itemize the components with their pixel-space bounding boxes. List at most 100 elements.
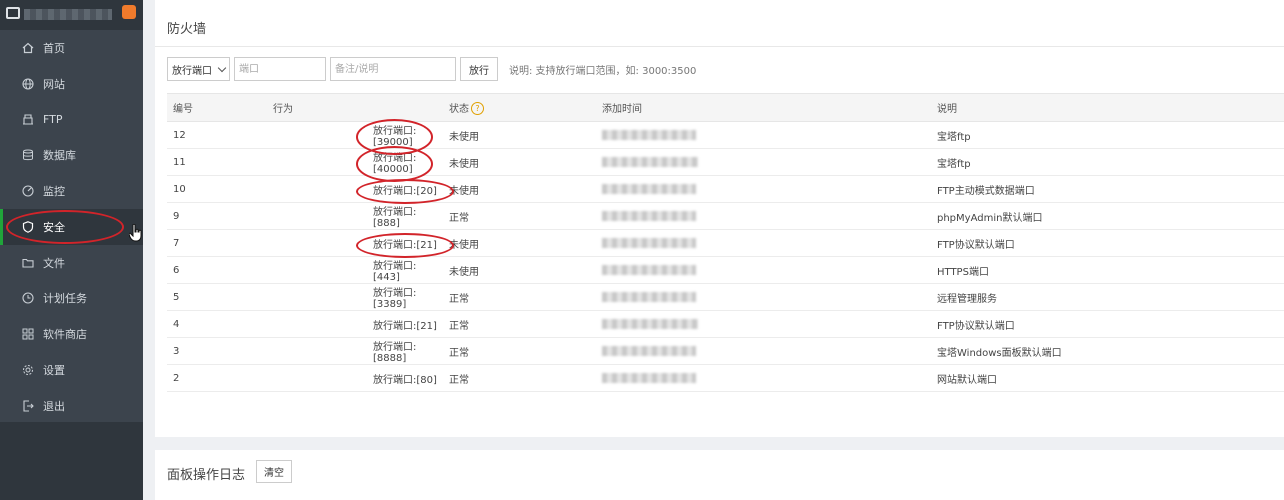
- sidebar-item[interactable]: 计划任务: [0, 281, 143, 317]
- port-input[interactable]: [234, 57, 326, 81]
- cell-id: 3: [167, 337, 267, 365]
- cell-status: 正常: [443, 310, 596, 338]
- cell-action: 放行端口:[3389]: [267, 283, 443, 311]
- cell-action: 放行端口:[8888]: [267, 337, 443, 365]
- cell-time: [596, 310, 931, 338]
- col-id: 编号: [167, 93, 267, 122]
- cell-action: 放行端口:[40000]: [267, 148, 443, 176]
- cell-desc: phpMyAdmin默认端口: [931, 202, 1284, 230]
- cell-status: 正常: [443, 337, 596, 365]
- table-row: 2 放行端口:[80] 正常 网站默认端口: [167, 364, 1284, 392]
- col-desc: 说明: [931, 93, 1284, 122]
- cell-action: 放行端口:[21]: [267, 229, 443, 257]
- sidebar-item-label: 退出: [43, 399, 65, 413]
- sidebar-item-label: FTP: [43, 112, 63, 126]
- cell-id: 11: [167, 148, 267, 176]
- cell-id: 5: [167, 283, 267, 311]
- sidebar-item[interactable]: 退出: [0, 388, 143, 424]
- table-row: 10 放行端口:[20] 未使用 FTP主动模式数据端口: [167, 175, 1284, 203]
- sidebar-item[interactable]: 软件商店: [0, 316, 143, 352]
- redacted-timestamp: [602, 291, 696, 302]
- sidebar-item[interactable]: 设置: [0, 352, 143, 388]
- firewall-panel: 防火墙 放行端口 放行 说明: 支持放行端口范围，如: 3000:3500 编号…: [155, 0, 1284, 437]
- cell-status: 未使用: [443, 148, 596, 176]
- sidebar-item-label: 计划任务: [43, 292, 87, 306]
- cell-desc: 远程管理服务: [931, 283, 1284, 311]
- sidebar-item-label: 网站: [43, 77, 65, 91]
- sidebar-item[interactable]: 首页: [0, 30, 143, 66]
- sidebar-footer: [0, 422, 143, 500]
- chevron-down-icon: [217, 63, 227, 73]
- sidebar-item-label: 设置: [43, 364, 65, 378]
- help-icon[interactable]: ?: [471, 102, 484, 116]
- redacted-timestamp: [602, 129, 696, 140]
- col-action: 行为: [267, 93, 443, 122]
- cell-time: [596, 337, 931, 365]
- sidebar-item[interactable]: 文件: [0, 245, 143, 281]
- cell-status: 正常: [443, 364, 596, 392]
- globe-icon: [22, 78, 34, 90]
- redacted-timestamp: [602, 156, 698, 167]
- gear-icon: [22, 364, 34, 376]
- cell-desc: 宝塔Windows面板默认端口: [931, 337, 1284, 365]
- cell-desc: FTP协议默认端口: [931, 310, 1284, 338]
- ftp-icon: [22, 113, 34, 126]
- cell-action: 放行端口:[39000]: [267, 121, 443, 149]
- note-input[interactable]: [330, 57, 456, 81]
- log-title: 面板操作日志: [167, 468, 246, 483]
- sidebar: 首页网站 FTP 数据库 监控安全文件计划任务软件商店设置退出: [0, 0, 143, 500]
- server-name-redacted: [24, 9, 112, 20]
- sidebar-item[interactable]: 数据库: [0, 137, 143, 173]
- redacted-timestamp: [602, 318, 698, 329]
- cell-desc: FTP协议默认端口: [931, 229, 1284, 257]
- col-status-label: 状态: [449, 103, 469, 115]
- cell-id: 7: [167, 229, 267, 257]
- cell-id: 2: [167, 364, 267, 392]
- cell-status: 未使用: [443, 229, 596, 257]
- monitor-icon: [22, 185, 34, 197]
- firewall-rules-table: 编号 行为 状态? 添加时间 说明 12 放行端口:[39000] 未使用 宝塔ftp…: [167, 93, 1284, 392]
- firewall-toolbar: 放行端口 放行 说明: 支持放行端口范围，如: 3000:3500: [167, 57, 696, 81]
- sidebar-item[interactable]: FTP: [0, 102, 143, 138]
- table-header-row: 编号 行为 状态? 添加时间 说明: [167, 93, 1284, 122]
- cell-time: [596, 229, 931, 257]
- hand-cursor-icon: [129, 224, 142, 242]
- cell-action: 放行端口:[20]: [267, 175, 443, 203]
- cell-time: [596, 121, 931, 149]
- cell-desc: 网站默认端口: [931, 364, 1284, 392]
- cell-id: 10: [167, 175, 267, 203]
- table-row: 4 放行端口:[21] 正常 FTP协议默认端口: [167, 310, 1284, 338]
- table-row: 3 放行端口:[8888] 正常 宝塔Windows面板默认端口: [167, 337, 1284, 365]
- cell-action: 放行端口:[443]: [267, 256, 443, 284]
- cell-desc: FTP主动模式数据端口: [931, 175, 1284, 203]
- cell-time: [596, 283, 931, 311]
- cell-id: 6: [167, 256, 267, 284]
- sidebar-item[interactable]: 安全: [0, 208, 143, 245]
- rule-type-value: 放行端口: [172, 65, 212, 77]
- cell-id: 4: [167, 310, 267, 338]
- monitor-logo-icon: [6, 7, 20, 19]
- cell-time: [596, 148, 931, 176]
- shield-icon: [22, 221, 34, 233]
- table-row: 6 放行端口:[443] 未使用 HTTPS端口: [167, 256, 1284, 284]
- redacted-timestamp: [602, 210, 696, 221]
- allow-port-button[interactable]: 放行: [460, 57, 498, 81]
- cell-desc: 宝塔ftp: [931, 121, 1284, 149]
- table-body: 12 放行端口:[39000] 未使用 宝塔ftp 11 放行端口:[40000] 未使用宝…: [167, 121, 1284, 392]
- rule-type-select[interactable]: 放行端口: [167, 57, 230, 81]
- home-icon: [22, 42, 34, 54]
- cell-time: [596, 202, 931, 230]
- cell-time: [596, 175, 931, 203]
- sidebar-item-label: 首页: [43, 41, 65, 55]
- sidebar-item[interactable]: 监控: [0, 173, 143, 209]
- sidebar-item-label: 安全: [43, 220, 65, 234]
- clear-log-button[interactable]: 清空: [256, 460, 292, 483]
- notification-badge[interactable]: [122, 5, 136, 19]
- sidebar-item[interactable]: 网站: [0, 66, 143, 102]
- clock-icon: [22, 292, 34, 305]
- cell-action: 放行端口:[21]: [267, 310, 443, 338]
- sidebar-menu: 首页网站 FTP 数据库 监控安全文件计划任务软件商店设置退出: [0, 30, 143, 422]
- redacted-timestamp: [602, 183, 696, 194]
- cell-status: 未使用: [443, 121, 596, 149]
- cell-action: 放行端口:[80]: [267, 364, 443, 392]
